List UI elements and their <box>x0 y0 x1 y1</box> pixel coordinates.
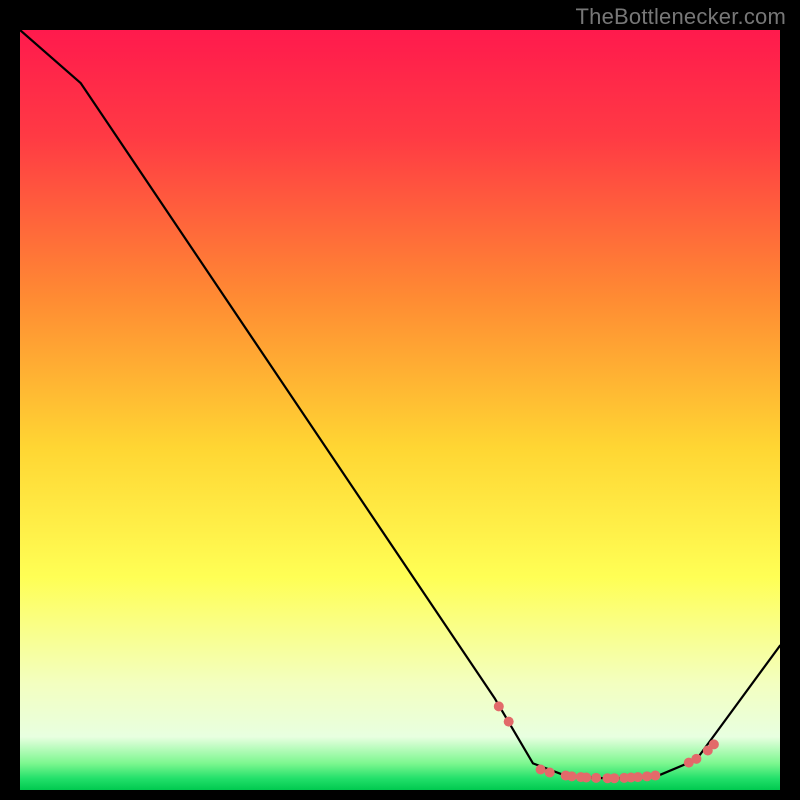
marker-dot <box>691 754 701 764</box>
marker-dot <box>581 772 591 782</box>
marker-dot <box>567 771 577 781</box>
bottleneck-chart <box>20 30 780 790</box>
marker-dot <box>536 764 546 774</box>
marker-dot <box>494 701 504 711</box>
marker-dot <box>633 772 643 782</box>
marker-dot <box>545 768 555 778</box>
marker-dot <box>650 771 660 781</box>
marker-dot <box>591 773 601 783</box>
chart-frame <box>20 30 780 790</box>
marker-dot <box>609 773 619 783</box>
watermark-text: TheBottlenecker.com <box>576 4 786 30</box>
marker-dot <box>709 739 719 749</box>
marker-dot <box>504 717 514 727</box>
gradient-bg <box>20 30 780 790</box>
